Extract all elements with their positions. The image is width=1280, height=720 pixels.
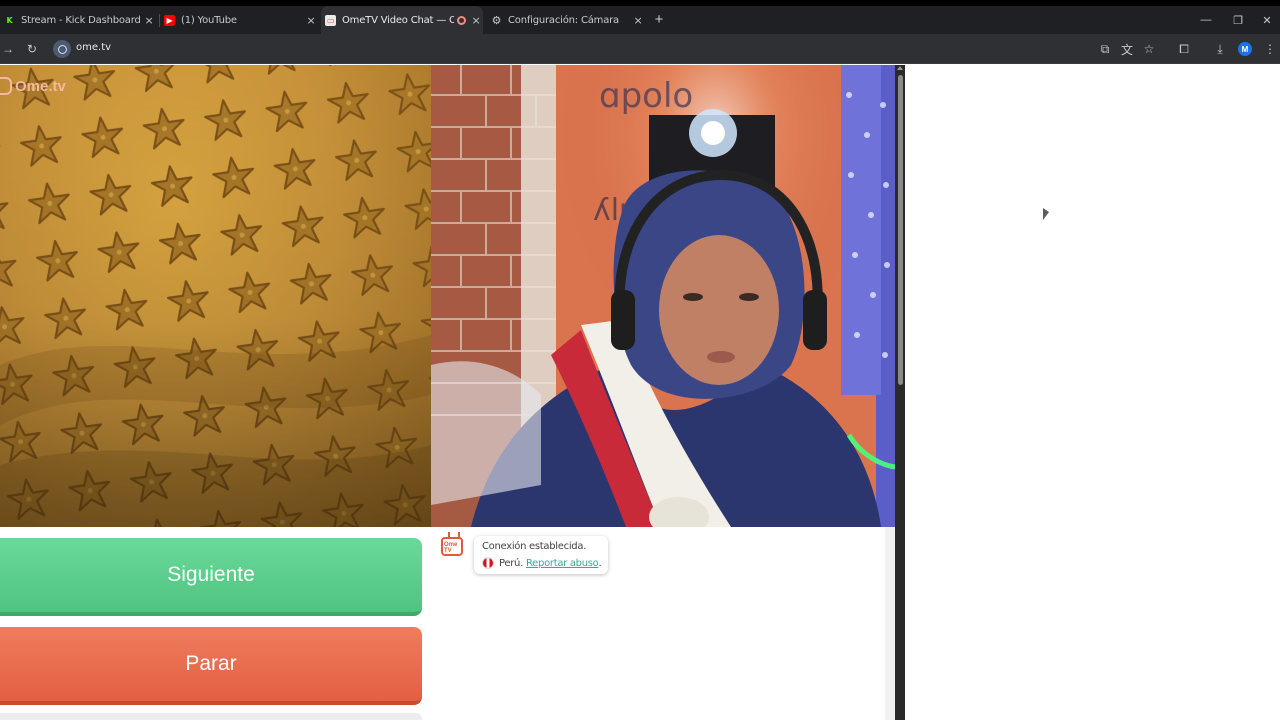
scrollbar-thumb[interactable] — [898, 75, 903, 385]
restore-icon[interactable]: ❐ — [1223, 6, 1253, 34]
settings-gear-icon: ⚙ — [491, 13, 502, 27]
stop-button[interactable]: Parar — [0, 627, 422, 705]
close-tab-icon[interactable]: × — [304, 14, 318, 27]
translate-icon[interactable]: 文 — [1119, 41, 1135, 57]
system-message-bubble: Conexión establecida. Perú. Reportar abu… — [474, 536, 608, 574]
ometv-logo-icon — [0, 77, 12, 95]
youtube-icon: ▶ — [164, 14, 175, 26]
minimize-icon[interactable]: — — [1191, 6, 1221, 34]
country-row: Perú. Reportar abuso. — [482, 557, 608, 569]
close-tab-icon[interactable]: × — [469, 14, 483, 27]
close-window-icon[interactable]: ✕ — [1252, 6, 1280, 34]
tab-camera-settings[interactable]: ⚙ Configuración: Cámara × — [487, 6, 645, 34]
tab-youtube[interactable]: ▶ (1) YouTube × — [160, 6, 318, 34]
next-control-strip — [0, 713, 422, 720]
tab-title: Configuración: Cámara — [508, 14, 619, 26]
country-name: Perú. — [499, 557, 523, 569]
ometv-icon: ▭ — [325, 14, 336, 26]
tab-title: OmeTV Video Chat — Ome — [342, 14, 454, 26]
menu-kebab-icon[interactable]: ⋮ — [1262, 41, 1278, 57]
tab-strip: K Stream - Kick Dashboard × ▶ (1) YouTub… — [0, 6, 1280, 34]
fabric-pattern — [0, 65, 431, 527]
tab-title: (1) YouTube — [181, 14, 237, 26]
recording-indicator-icon — [457, 15, 466, 25]
tab-ometv[interactable]: ▭ OmeTV Video Chat — Ome × — [321, 6, 483, 34]
close-tab-icon[interactable]: × — [631, 14, 645, 27]
ometv-logo: Ome.tv — [0, 77, 66, 95]
extensions-icon[interactable]: ⧠ — [1176, 41, 1192, 57]
tab-title: Stream - Kick Dashboard — [21, 14, 141, 26]
cast-icon[interactable]: ⧉ — [1097, 41, 1113, 57]
close-tab-icon[interactable]: × — [142, 14, 156, 27]
new-tab-button[interactable]: + — [651, 12, 667, 28]
tab-kick-dashboard[interactable]: K Stream - Kick Dashboard × — [0, 6, 156, 34]
connection-message: Conexión establecida. — [482, 541, 587, 552]
ometv-tv-icon: Ome TV — [441, 537, 463, 556]
forward-arrow-icon[interactable]: → — [0, 41, 16, 57]
logo-text: Ome.tv — [15, 77, 66, 95]
address-bar[interactable]: ome.tv — [50, 38, 1090, 60]
reload-icon[interactable]: ↻ — [24, 41, 40, 57]
chat-divider — [885, 527, 895, 720]
stranger-video-frame: ɑpolo ʎlɐɹ — [431, 65, 895, 527]
download-icon[interactable]: ⤓ — [1212, 41, 1228, 57]
site-info-icon[interactable] — [53, 40, 71, 58]
browser-toolbar: → ↻ ome.tv ⧉ 文 ☆ ⧠ ⤓ M ⋮ — [0, 34, 1280, 64]
mouse-cursor-icon — [1043, 208, 1049, 220]
chat-panel: Ome TV Conexión establecida. Perú. Repor… — [431, 527, 885, 720]
peru-flag-icon — [482, 557, 494, 569]
stranger-video: ɑpolo ʎlɐɹ — [431, 65, 895, 527]
next-button[interactable]: Siguiente — [0, 538, 422, 616]
scroll-up-arrow-icon[interactable] — [897, 66, 903, 70]
report-abuse-link[interactable]: Reportar abuso — [526, 558, 599, 569]
ometv-page: Ome.tv ɑpolo ʎlɐɹ Siguiente Parar Ome TV… — [0, 65, 1280, 720]
bookmark-star-icon[interactable]: ☆ — [1141, 41, 1157, 57]
profile-avatar[interactable]: M — [1238, 42, 1252, 56]
url-text: ome.tv — [76, 42, 112, 53]
report-suffix: . — [598, 557, 602, 569]
kick-icon: K — [4, 14, 15, 26]
svg-text:ɑpolo: ɑpolo — [599, 76, 693, 116]
local-video: Ome.tv — [0, 65, 431, 527]
